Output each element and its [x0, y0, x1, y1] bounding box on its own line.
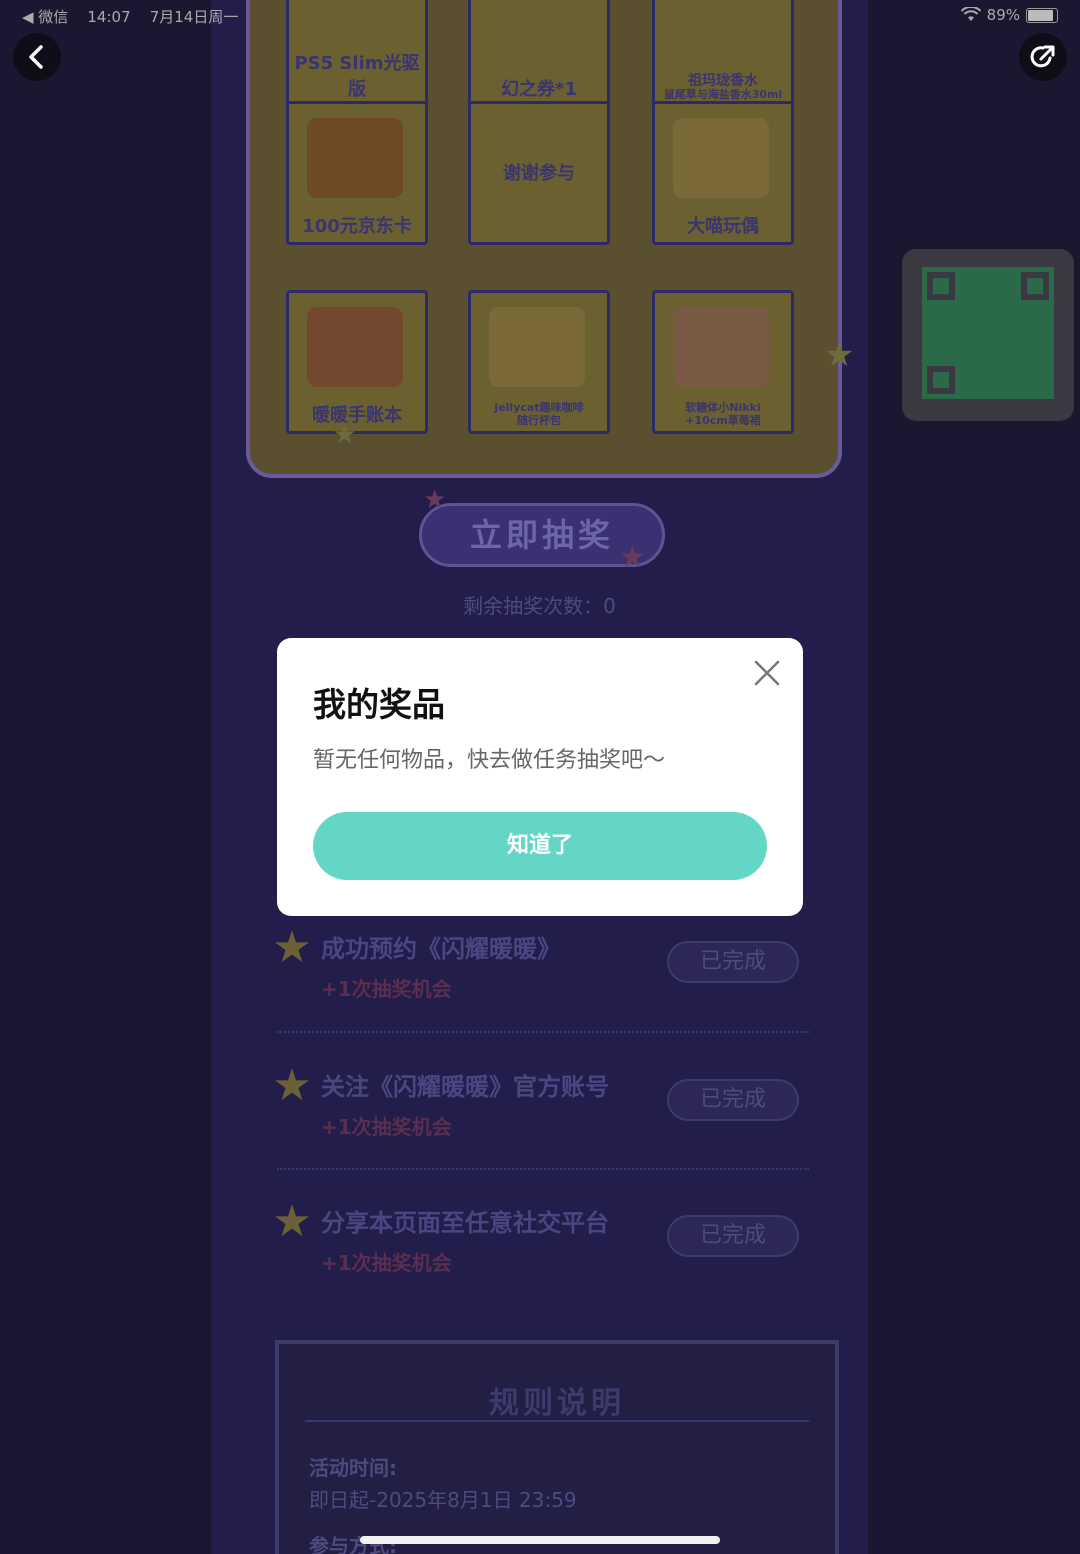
cat-plush-image — [673, 118, 769, 198]
star-decoration: ★ — [333, 420, 357, 450]
task-status-button[interactable]: 已完成 — [667, 1079, 799, 1121]
status-right: 89% — [960, 6, 1058, 24]
back-button[interactable] — [13, 33, 61, 81]
rules-panel: 规则说明 活动时间: 即日起-2025年8月1日 23:59 参与方式: — [275, 1340, 839, 1554]
carrier: ◀ 微信 — [22, 8, 69, 26]
rules-time-label: 活动时间: — [309, 1456, 397, 1480]
dialog-title: 我的奖品 — [313, 685, 445, 724]
rules-heading: 规则说明 — [489, 1386, 625, 1421]
prize-subtitle: +10cm草莓裙 — [685, 414, 761, 427]
share-icon — [1030, 45, 1055, 68]
task-status-button[interactable]: 已完成 — [667, 1215, 799, 1257]
prize-label: PS5 Slim光驱版 — [294, 53, 420, 100]
prize-label: 谢谢参与 — [503, 163, 575, 184]
prize-label: 大喵玩偶 — [687, 216, 759, 237]
home-indicator — [360, 1536, 720, 1544]
close-icon — [754, 660, 780, 686]
qr-finder — [1016, 267, 1054, 305]
task-title: 关注《闪耀暖暖》官方账号 — [321, 1073, 609, 1101]
qr-finder — [922, 267, 960, 305]
rules-divider — [305, 1420, 809, 1422]
remaining-draws: 剩余抽奖次数：0 — [463, 594, 616, 618]
task-title: 成功预约《闪耀暖暖》 — [321, 935, 561, 963]
task-number-star: ★ — [272, 922, 312, 973]
status-left: ◀ 微信 14:07 7月14日周一 — [22, 6, 238, 27]
divider — [277, 1031, 809, 1033]
prize-label: 祖玛珑香水 鼠尾草与海盐香水30ml — [655, 73, 791, 101]
chevron-left-icon — [29, 45, 43, 69]
battery-percent: 89% — [986, 6, 1020, 24]
close-button[interactable] — [747, 653, 787, 693]
task-number-star: ★ — [272, 1060, 312, 1111]
prize-subtitle: 鼠尾草与海盐香水30ml — [663, 88, 783, 101]
prize-title: 祖玛珑香水 — [688, 73, 758, 89]
rules-time-value: 即日起-2025年8月1日 23:59 — [309, 1488, 577, 1512]
coffee-bag-image — [489, 307, 585, 387]
prize-title: jellycat趣味咖啡 — [494, 401, 584, 414]
task-reward: +1次抽奖机会 — [321, 977, 452, 1001]
prize-label: 暖暖手账本 — [312, 405, 402, 426]
star-decoration: ★ — [824, 335, 855, 375]
prize-label: 软糖体小Nikki +10cm草莓裙 — [655, 401, 791, 427]
background-left — [0, 0, 211, 1554]
task-number-star: ★ — [272, 1196, 312, 1247]
task-item: ★ 成功预约《闪耀暖暖》 +1次抽奖机会 已完成 — [269, 925, 829, 1025]
prize-jd-card: 100元京东卡 — [286, 101, 428, 245]
prize-label: jellycat趣味咖啡 随行杯包 — [471, 401, 607, 427]
prize-notebook: 暖暖手账本 — [286, 290, 428, 434]
divider — [277, 1168, 809, 1170]
dialog-message: 暂无任何物品，快去做任务抽奖吧～ — [313, 748, 666, 773]
prize-label: 幻之券*1 — [501, 79, 577, 100]
prize-coffee-bag: jellycat趣味咖啡 随行杯包 — [468, 290, 610, 434]
clock: 14:07 — [87, 8, 131, 26]
star-decoration: ★ — [423, 485, 447, 515]
jd-card-image — [307, 118, 403, 198]
date: 7月14日周一 — [149, 8, 239, 26]
task-reward: +1次抽奖机会 — [321, 1251, 452, 1275]
task-title: 分享本页面至任意社交平台 — [321, 1209, 609, 1237]
status-bar: ◀ 微信 14:07 7月14日周一 89% — [0, 0, 1080, 32]
background-right — [868, 0, 1080, 1554]
prize-title: 软糖体小Nikki — [685, 401, 761, 414]
prize-cat-plush: 大喵玩偶 — [652, 101, 794, 245]
star-decoration: ★ — [619, 540, 646, 575]
notebook-image — [307, 307, 403, 387]
prize-subtitle: 随行杯包 — [517, 414, 561, 427]
qr-finder — [922, 361, 960, 399]
prize-thanks: 谢谢参与 — [468, 101, 610, 245]
task-status-button[interactable]: 已完成 — [667, 941, 799, 983]
task-item: ★ 分享本页面至任意社交平台 +1次抽奖机会 已完成 — [269, 1199, 829, 1299]
my-prizes-dialog: 我的奖品 暂无任何物品，快去做任务抽奖吧～ 知道了 — [277, 638, 803, 916]
confirm-button[interactable]: 知道了 — [313, 812, 767, 880]
battery-icon — [1026, 7, 1058, 23]
prize-nikki-doll: 软糖体小Nikki +10cm草莓裙 — [652, 290, 794, 434]
task-item: ★ 关注《闪耀暖暖》官方账号 +1次抽奖机会 已完成 — [269, 1063, 829, 1163]
task-reward: +1次抽奖机会 — [321, 1115, 452, 1139]
nikki-doll-image — [673, 307, 769, 387]
wifi-icon — [960, 7, 981, 21]
qr-code-panel — [902, 249, 1074, 421]
share-button[interactable] — [1019, 33, 1067, 81]
prize-label: 100元京东卡 — [302, 216, 412, 237]
prize-board: PS5 Slim光驱版 幻之券*1 祖玛珑香水 鼠尾草与海盐香水30ml 100元… — [246, 0, 842, 478]
battery-fill — [1028, 9, 1053, 21]
